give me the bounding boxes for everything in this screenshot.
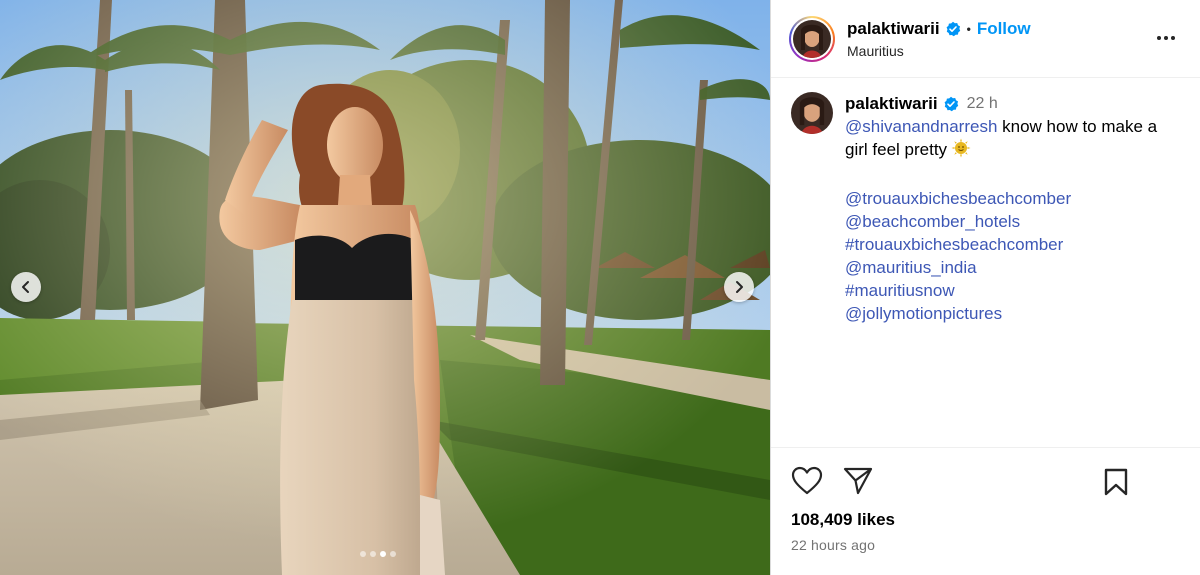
avatar — [793, 19, 831, 58]
paper-plane-icon — [843, 467, 873, 495]
carousel-indicator — [360, 551, 396, 557]
hashtag-link[interactable]: #mauritiusnow — [845, 279, 1182, 302]
caption-text: @shivanandnarresh know how to make a gir… — [845, 115, 1182, 164]
carousel-dot — [360, 551, 366, 557]
more-horizontal-icon — [1157, 36, 1175, 40]
chevron-left-icon — [22, 281, 29, 293]
hashtag-link[interactable]: #trouauxbichesbeachcomber — [845, 233, 1182, 256]
tag-link[interactable]: @trouauxbichesbeachcomber — [845, 187, 1182, 210]
post-media[interactable] — [0, 0, 770, 575]
share-button[interactable] — [843, 466, 873, 496]
sun-face-emoji-icon — [951, 138, 971, 164]
separator-dot: • — [966, 21, 971, 36]
post-side-panel: palaktiwarii • Follow Mauritius palaktiw… — [770, 0, 1200, 575]
post-header: palaktiwarii • Follow Mauritius — [771, 0, 1200, 78]
story-ring-avatar[interactable] — [789, 15, 835, 62]
carousel-dot-active — [380, 551, 386, 557]
tag-link[interactable]: @mauritius_india — [845, 256, 1182, 279]
heart-icon — [791, 466, 823, 495]
tag-link[interactable]: @jollymotionpictures — [845, 302, 1182, 325]
post-location[interactable]: Mauritius — [847, 43, 1031, 59]
caption-username[interactable]: palaktiwarii — [845, 92, 938, 115]
caption-timestamp[interactable]: 22 h — [967, 92, 998, 115]
post-username[interactable]: palaktiwarii — [847, 19, 940, 39]
tag-link[interactable]: @beachcomber_hotels — [845, 210, 1182, 233]
mention-link[interactable]: @shivanandnarresh — [845, 117, 997, 136]
carousel-dot — [370, 551, 376, 557]
likes-count[interactable]: 108,409 likes — [791, 510, 895, 530]
bookmark-icon — [1104, 468, 1128, 496]
beach-photo — [0, 0, 770, 575]
post-actions: 108,409 likes 22 hours ago — [771, 447, 1200, 575]
next-slide-button[interactable] — [724, 272, 754, 302]
follow-button[interactable]: Follow — [977, 19, 1031, 39]
verified-badge-icon — [945, 21, 961, 37]
more-options-button[interactable] — [1154, 26, 1178, 55]
verified-badge-icon — [943, 96, 959, 112]
caption-avatar[interactable] — [791, 92, 833, 134]
post-caption: palaktiwarii 22 h @shivanandnarresh know… — [771, 78, 1200, 325]
carousel-dot — [390, 551, 396, 557]
chevron-right-icon — [736, 281, 743, 293]
save-button[interactable] — [1103, 468, 1129, 501]
like-button[interactable] — [791, 466, 823, 496]
previous-slide-button[interactable] — [11, 272, 41, 302]
post-time[interactable]: 22 hours ago — [791, 537, 875, 553]
post-dialog: palaktiwarii • Follow Mauritius palaktiw… — [0, 0, 1200, 575]
